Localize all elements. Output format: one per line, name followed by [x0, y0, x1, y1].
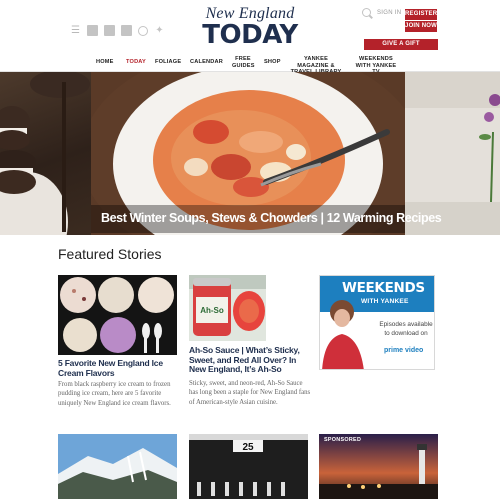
twitter-icon[interactable]: ✦	[154, 25, 165, 36]
card-1-desc: From black raspberry ice cream to frozen…	[58, 381, 171, 407]
logo-line-2: TODAY	[202, 20, 298, 50]
nav-today[interactable]: TODAY	[126, 59, 146, 66]
ah-so-label: Ah-So	[200, 306, 224, 315]
featured-stories-heading: Featured Stories	[58, 246, 162, 262]
card-2-desc: Sticky, sweet, and neon-red, Ah-So Sauce…	[189, 380, 311, 406]
hero-banner[interactable]: Best Winter Soups, Stews & Chowders | 12…	[0, 72, 500, 235]
ad-body-text: Episodes available to download on	[379, 321, 433, 337]
nav-free-guides[interactable]: FREE GUIDES	[232, 56, 254, 69]
hero-caption-bar[interactable]: Best Winter Soups, Stews & Chowders | 12…	[91, 205, 442, 233]
nav-foliage[interactable]: FOLIAGE	[155, 59, 181, 66]
ice-cream-image[interactable]	[58, 275, 177, 355]
hero-left-image	[0, 72, 91, 235]
sign-number: 25	[242, 442, 254, 453]
register-button[interactable]: REGISTER	[405, 9, 437, 20]
weekends-with-yankee-ad[interactable]: WEEKENDS WITH YANKEE Episodes available …	[319, 275, 435, 370]
facebook-icon[interactable]	[87, 25, 98, 36]
ice-cream-photo	[58, 275, 177, 355]
ah-so-image[interactable]: Ah-So	[189, 275, 266, 341]
google-plus-icon[interactable]	[104, 25, 115, 36]
search-icon[interactable]	[362, 8, 371, 17]
nav-home[interactable]: HOME	[96, 59, 114, 66]
sign-in-link[interactable]: SIGN IN	[377, 10, 401, 16]
join-now-button[interactable]: JOIN NOW	[405, 21, 437, 32]
social-links: ☰ ✦	[70, 25, 165, 36]
nav-shop[interactable]: SHOP	[264, 59, 281, 66]
pinterest-icon[interactable]	[138, 25, 148, 36]
diner-sign-image[interactable]: 25	[189, 434, 308, 499]
whoopie-pie-image	[0, 72, 90, 235]
site-header: ☰ ✦ New England TODAY SIGN IN REGISTER J…	[0, 0, 500, 75]
prime-video-logo: prime video	[384, 347, 424, 354]
sponsored-lighthouse-image[interactable]: SPONSORED	[319, 434, 438, 499]
instagram-icon[interactable]	[121, 25, 132, 36]
ah-so-photo: Ah-So	[189, 275, 266, 341]
card-2-title[interactable]: Ah-So Sauce | What’s Sticky, Sweet, and …	[189, 345, 314, 375]
ski-mountain-photo	[58, 434, 177, 499]
diner-sign-photo: 25	[189, 434, 308, 499]
sponsored-label: SPONSORED	[324, 437, 362, 443]
card-1-title[interactable]: 5 Favorite New England Ice Cream Flavors	[58, 358, 183, 378]
lighthouse-photo	[319, 434, 438, 499]
site-logo[interactable]: New England TODAY	[196, 6, 304, 50]
nav-calendar[interactable]: CALENDAR	[190, 59, 223, 66]
menu-icon[interactable]: ☰	[70, 25, 81, 36]
ski-mountain-image[interactable]	[58, 434, 177, 499]
give-gift-button[interactable]: GIVE A GIFT	[364, 39, 438, 50]
hero-caption[interactable]: Best Winter Soups, Stews & Chowders | 12…	[101, 211, 442, 225]
